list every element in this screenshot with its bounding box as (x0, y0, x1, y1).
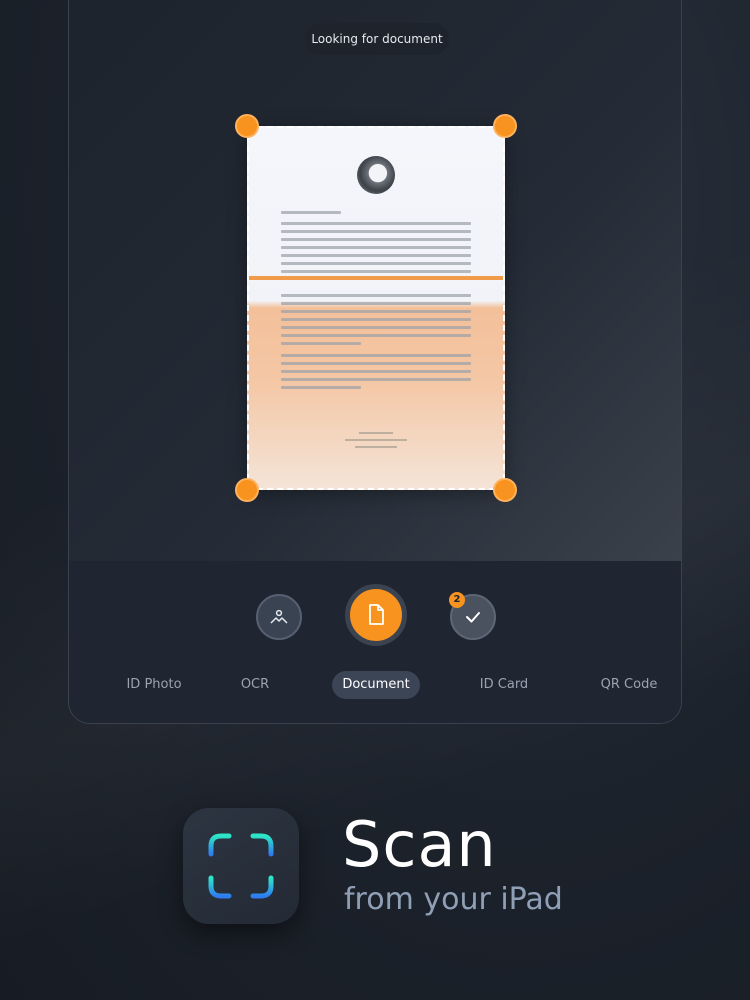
mode-selector: ID Photo OCR Document ID Card QR Code (69, 671, 681, 701)
mode-document[interactable]: Document (332, 671, 420, 699)
shutter-button[interactable] (345, 584, 407, 646)
crop-handle-top-left[interactable] (235, 114, 259, 138)
ipad-screen: Looking for document 2 ID Photo OCR Docu… (68, 0, 682, 724)
crop-handle-top-right[interactable] (493, 114, 517, 138)
scan-icon (206, 833, 276, 899)
gallery-icon (270, 609, 288, 624)
mode-id-photo[interactable]: ID Photo (109, 671, 199, 699)
crop-frame (247, 126, 505, 490)
mode-qr-code[interactable]: QR Code (585, 671, 673, 699)
scan-count-badge: 2 (449, 592, 465, 608)
crop-handle-bottom-right[interactable] (493, 478, 517, 502)
app-icon (183, 808, 299, 924)
document-icon (369, 604, 384, 625)
promo-headline: Scan (342, 808, 497, 881)
gallery-button[interactable] (256, 594, 302, 640)
promo-subline: from your iPad (344, 882, 563, 917)
check-icon (466, 612, 480, 623)
camera-viewfinder[interactable]: Looking for document (69, 0, 681, 561)
mode-ocr[interactable]: OCR (219, 671, 291, 699)
status-pill: Looking for document (305, 23, 449, 55)
crop-handle-bottom-left[interactable] (235, 478, 259, 502)
capture-controls: 2 ID Photo OCR Document ID Card QR Code (69, 561, 681, 723)
mode-id-card[interactable]: ID Card (459, 671, 549, 699)
